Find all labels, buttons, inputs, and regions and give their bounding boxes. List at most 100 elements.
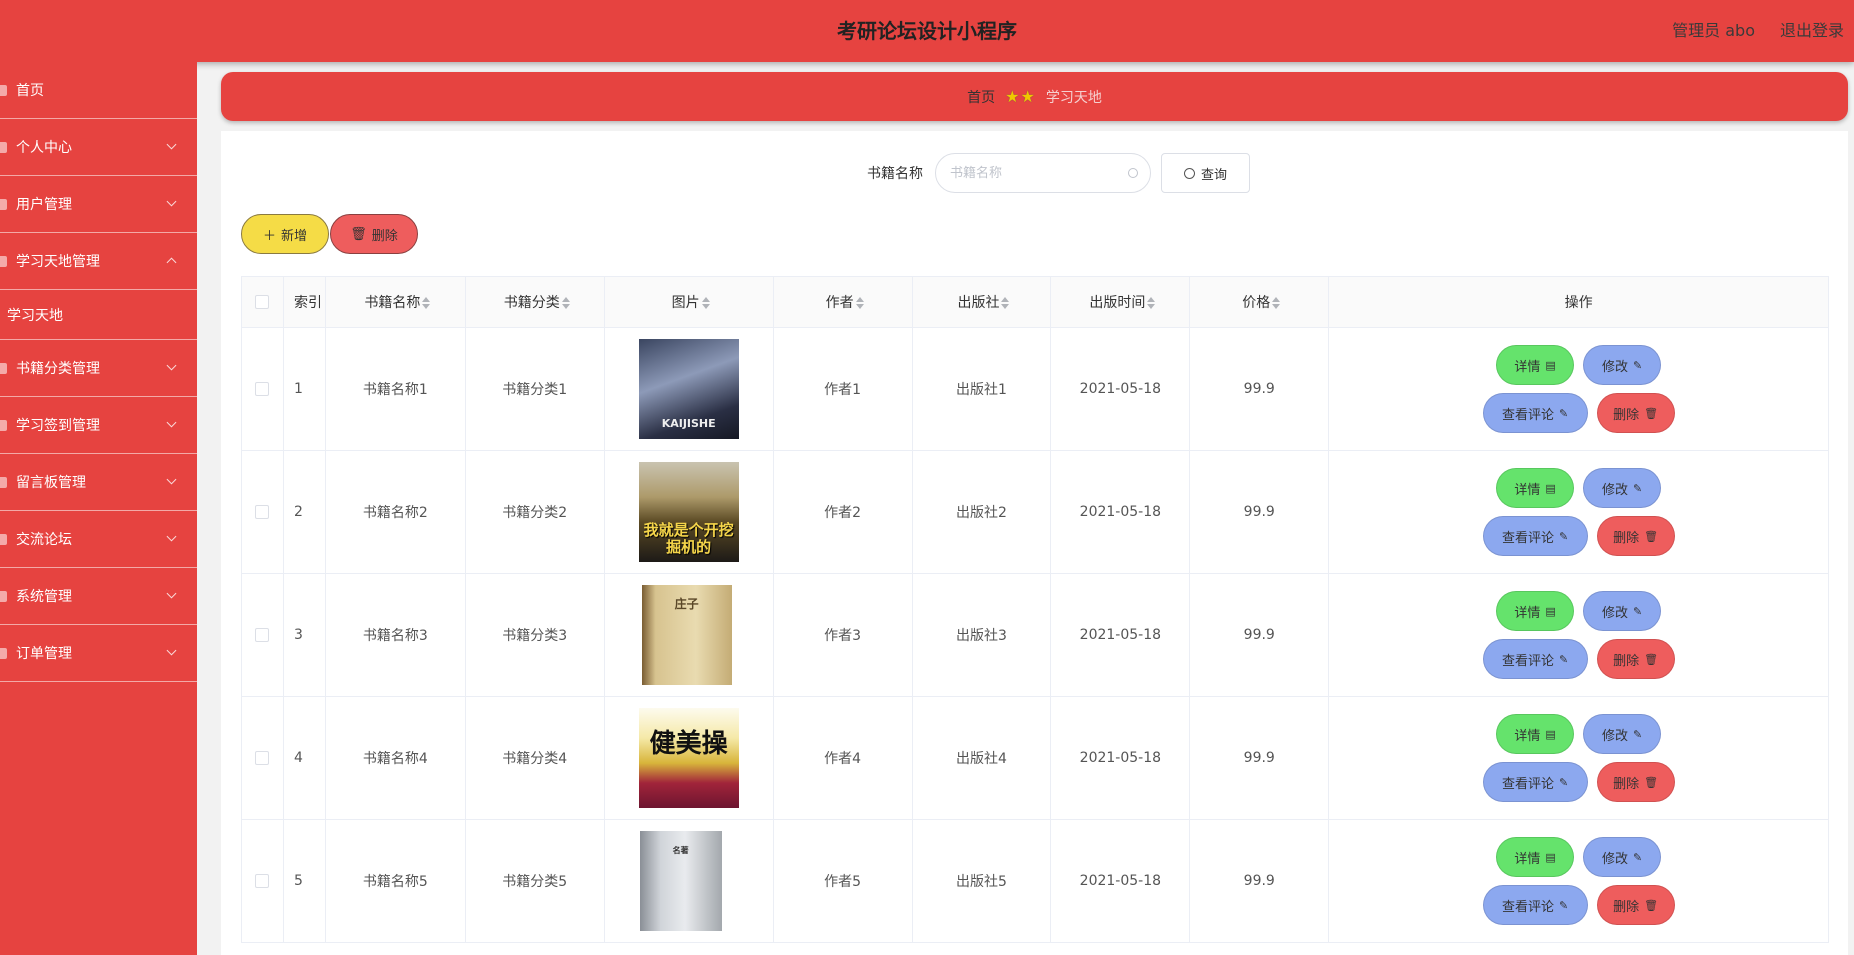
- sidebar-item-orders[interactable]: 订单管理: [0, 625, 197, 682]
- sidebar-item-home[interactable]: 首页: [0, 62, 197, 119]
- sidebar-item-forum[interactable]: 交流论坛: [0, 511, 197, 568]
- cell-author: 作者4: [772, 696, 913, 820]
- row-checkbox[interactable]: [255, 382, 270, 396]
- column-header-label: 出版时间: [1089, 295, 1146, 311]
- chevron-down-icon: [166, 139, 177, 150]
- delete-button[interactable]: 删除 🗑: [1596, 885, 1675, 925]
- row-select-cell: [241, 327, 284, 451]
- edit-button[interactable]: 修改 ✎: [1583, 837, 1662, 877]
- view-comments-button[interactable]: 查看评论 ✎: [1482, 516, 1588, 556]
- row-select-cell: [241, 819, 284, 943]
- document-icon: ▤: [1545, 481, 1556, 495]
- main-content: 书籍名称 查询 ＋ 新增 🗑 删除 索引 书籍名称: [221, 131, 1848, 955]
- table-row: 2 书籍名称2 书籍分类2 我就是个开挖掘机的 作者2 出版社2 2021-05…: [241, 450, 1829, 574]
- logout-link[interactable]: 退出登录: [1780, 0, 1844, 62]
- trash-icon: 🗑: [1644, 406, 1659, 420]
- cell-date: 2021-05-18: [1050, 450, 1191, 574]
- delete-button-label: 删除: [1613, 530, 1640, 546]
- search-field: [935, 153, 1151, 193]
- book-cover-image[interactable]: 名著: [639, 831, 722, 931]
- chevron-down-icon: [166, 196, 177, 207]
- delete-button[interactable]: 删除 🗑: [1596, 762, 1675, 802]
- edit-button[interactable]: 修改 ✎: [1583, 468, 1662, 508]
- book-cover-image[interactable]: KAIJISHE: [638, 339, 739, 439]
- book-icon: [0, 255, 7, 267]
- sidebar-item-study-management[interactable]: 学习天地管理: [0, 233, 197, 290]
- cell-index: 4: [282, 696, 326, 820]
- detail-button[interactable]: 详情 ▤: [1496, 345, 1575, 385]
- row-checkbox[interactable]: [255, 505, 270, 519]
- detail-button[interactable]: 详情 ▤: [1496, 591, 1575, 631]
- edit-button-label: 修改: [1601, 728, 1628, 744]
- chevron-down-icon: [166, 474, 177, 485]
- sidebar-subitem-study[interactable]: 学习天地: [0, 290, 197, 340]
- detail-button[interactable]: 详情 ▤: [1496, 714, 1575, 754]
- column-header-name[interactable]: 书籍名称: [324, 276, 466, 328]
- query-button[interactable]: 查询: [1161, 153, 1250, 193]
- sidebar-item-label: 个人中心: [16, 140, 72, 156]
- sidebar-item-message-board[interactable]: 留言板管理: [0, 454, 197, 511]
- column-header-label: 价格: [1242, 295, 1271, 311]
- cell-date: 2021-05-18: [1050, 573, 1191, 697]
- edit-button[interactable]: 修改 ✎: [1583, 345, 1662, 385]
- column-header-label: 书籍分类: [503, 295, 560, 311]
- column-header-label: 出版社: [957, 295, 1000, 311]
- column-header-price[interactable]: 价格: [1189, 276, 1330, 328]
- view-comments-button[interactable]: 查看评论 ✎: [1482, 885, 1588, 925]
- pencil-icon: ✎: [1632, 481, 1643, 495]
- delete-button[interactable]: 删除 🗑: [1596, 516, 1675, 556]
- chevron-down-icon: [166, 360, 177, 371]
- cover-text: 庄子: [674, 597, 699, 611]
- view-comments-button[interactable]: 查看评论 ✎: [1482, 393, 1588, 433]
- breadcrumb: 首页 ★★ 学习天地: [221, 72, 1848, 121]
- trash-icon: 🗑: [1644, 652, 1659, 666]
- column-header-publisher[interactable]: 出版社: [911, 276, 1052, 328]
- sidebar-item-label: 用户管理: [16, 197, 72, 213]
- column-header-label: 作者: [825, 295, 854, 311]
- breadcrumb-home[interactable]: 首页: [967, 87, 995, 107]
- delete-button-label: 删除: [371, 228, 398, 244]
- delete-button[interactable]: 删除 🗑: [1596, 639, 1675, 679]
- cell-actions: 详情 ▤ 修改 ✎ 查看评论 ✎ 删除 🗑: [1328, 327, 1829, 451]
- sidebar-item-personal-center[interactable]: 个人中心: [0, 119, 197, 176]
- view-comments-button[interactable]: 查看评论 ✎: [1482, 762, 1588, 802]
- edit-button-label: 修改: [1601, 605, 1628, 621]
- row-checkbox[interactable]: [255, 628, 270, 642]
- row-checkbox[interactable]: [255, 751, 270, 765]
- book-cover-image[interactable]: 庄子: [641, 585, 732, 685]
- document-icon: ▤: [1545, 850, 1556, 864]
- edit-button-label: 修改: [1601, 851, 1628, 867]
- cell-actions: 详情 ▤ 修改 ✎ 查看评论 ✎ 删除 🗑: [1328, 696, 1829, 820]
- sidebar-item-book-category[interactable]: 书籍分类管理: [0, 340, 197, 397]
- detail-button[interactable]: 详情 ▤: [1496, 468, 1575, 508]
- edit-button[interactable]: 修改 ✎: [1583, 714, 1662, 754]
- search-input[interactable]: [936, 154, 1150, 192]
- add-button[interactable]: ＋ 新增: [241, 214, 329, 254]
- cell-image: 名著: [603, 819, 774, 943]
- sidebar-item-user-management[interactable]: 用户管理: [0, 176, 197, 233]
- edit-button[interactable]: 修改 ✎: [1583, 591, 1662, 631]
- cell-name: 书籍名称5: [324, 819, 466, 943]
- detail-button[interactable]: 详情 ▤: [1496, 837, 1575, 877]
- trash-icon: 🗑: [1644, 898, 1659, 912]
- column-header-author[interactable]: 作者: [772, 276, 913, 328]
- cell-category: 书籍分类4: [464, 696, 605, 820]
- book-cover-image[interactable]: 我就是个开挖掘机的: [638, 462, 739, 562]
- breadcrumb-current: 学习天地: [1045, 89, 1102, 106]
- row-checkbox[interactable]: [255, 874, 270, 888]
- row-select-cell: [241, 450, 284, 574]
- cell-image: KAIJISHE: [603, 327, 774, 451]
- batch-delete-button[interactable]: 🗑 删除: [330, 214, 418, 254]
- select-all-checkbox[interactable]: [255, 295, 270, 309]
- view-comments-button[interactable]: 查看评论 ✎: [1482, 639, 1588, 679]
- cell-actions: 详情 ▤ 修改 ✎ 查看评论 ✎ 删除 🗑: [1328, 573, 1829, 697]
- cell-price: 99.9: [1189, 573, 1330, 697]
- sidebar-item-checkin[interactable]: 学习签到管理: [0, 397, 197, 454]
- column-header-category[interactable]: 书籍分类: [464, 276, 605, 328]
- column-header-image[interactable]: 图片: [603, 276, 774, 328]
- delete-button[interactable]: 删除 🗑: [1596, 393, 1675, 433]
- sidebar-item-system[interactable]: 系统管理: [0, 568, 197, 625]
- comments-button-label: 查看评论: [1501, 653, 1554, 669]
- column-header-date[interactable]: 出版时间: [1050, 276, 1191, 328]
- book-cover-image[interactable]: 健美操: [638, 708, 739, 808]
